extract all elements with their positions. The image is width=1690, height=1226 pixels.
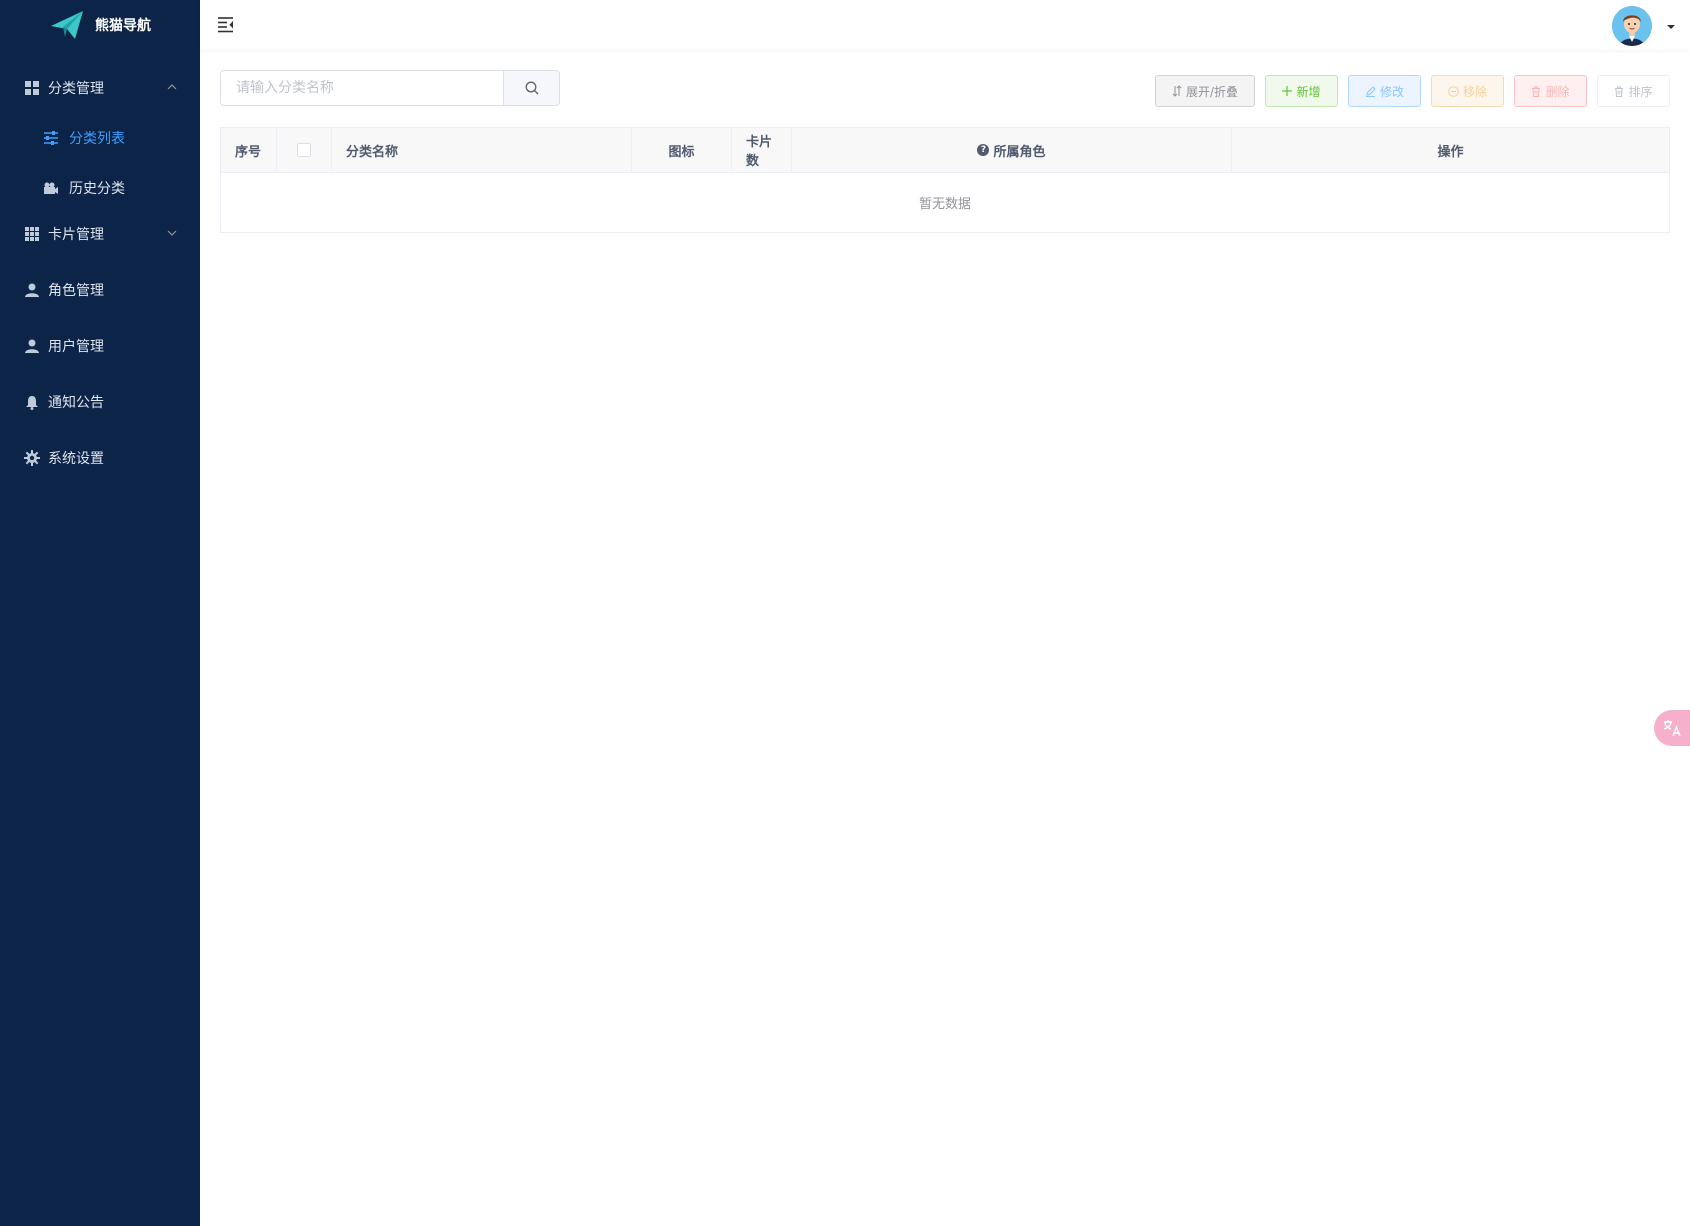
add-label: 新增	[1296, 84, 1321, 99]
column-category-name: 分类名称	[332, 128, 632, 172]
menu-label: 卡片管理	[48, 227, 104, 243]
logo[interactable]: 熊猫导航	[0, 0, 200, 50]
remove-button[interactable]: 移除	[1431, 75, 1504, 107]
delete-button[interactable]: 删除	[1514, 75, 1587, 107]
menu-system-settings[interactable]: 系统设置	[0, 438, 200, 478]
gear-icon	[24, 450, 40, 466]
edit-button[interactable]: 修改	[1348, 75, 1421, 107]
bell-icon	[24, 394, 40, 410]
search-icon	[525, 81, 538, 95]
question-circle-icon[interactable]: ?	[977, 144, 990, 156]
add-button[interactable]: 新增	[1265, 75, 1338, 107]
sidebar: 熊猫导航 分类管理 分类列表 历史分类 卡片管理 角色管理 用户管理 通知公告 …	[0, 0, 200, 1226]
sort-arrows-icon	[1172, 85, 1182, 97]
apps-icon	[24, 226, 40, 242]
caret-down-icon[interactable]	[1666, 24, 1676, 30]
remove-label: 移除	[1462, 84, 1487, 99]
minus-circle-icon	[1448, 85, 1459, 97]
translate-icon	[1663, 720, 1681, 737]
sidebar-item-category-list[interactable]: 分类列表	[0, 118, 200, 158]
trash-icon	[1532, 86, 1541, 97]
select-all-checkbox[interactable]	[297, 143, 311, 157]
sidebar-item-category-history[interactable]: 历史分类	[0, 168, 200, 208]
menu-role-management[interactable]: 角色管理	[0, 270, 200, 310]
user-icon	[24, 338, 40, 354]
sidebar-item-label: 分类列表	[69, 131, 125, 147]
user-icon	[24, 282, 40, 298]
column-card-count: 卡片数	[732, 128, 792, 172]
chevron-down-icon	[167, 230, 177, 236]
logo-text: 熊猫导航	[95, 18, 151, 34]
menu-label: 角色管理	[48, 283, 104, 299]
menu-category-management[interactable]: 分类管理	[0, 68, 200, 108]
avatar[interactable]	[1612, 6, 1652, 46]
menu-label: 系统设置	[48, 451, 104, 467]
chevron-up-icon	[167, 84, 177, 90]
menu-fold-icon[interactable]	[217, 16, 234, 33]
menu-label: 用户管理	[48, 339, 104, 355]
column-index: 序号	[221, 128, 277, 172]
table-header: 序号 分类名称 图标 卡片数 ? 所属角色 操作	[221, 128, 1669, 173]
sort-button[interactable]: 排序	[1597, 75, 1670, 107]
edit-label: 修改	[1379, 84, 1404, 99]
history-icon	[43, 180, 59, 196]
menu-label: 分类管理	[48, 81, 104, 97]
trash-icon	[1615, 86, 1624, 97]
menu-label: 通知公告	[48, 395, 104, 411]
search-bar	[220, 70, 560, 106]
column-role-label: 所属角色	[993, 144, 1046, 160]
sliders-icon	[43, 130, 59, 146]
menu-card-management[interactable]: 卡片管理	[0, 214, 200, 254]
translate-float-button[interactable]	[1654, 710, 1690, 746]
menu-user-management[interactable]: 用户管理	[0, 326, 200, 366]
paper-plane-icon	[51, 11, 83, 39]
search-button[interactable]	[503, 70, 560, 106]
empty-placeholder: 暂无数据	[918, 197, 971, 212]
top-navbar	[200, 0, 1690, 50]
expand-collapse-label: 展开/折叠	[1185, 84, 1239, 99]
sidebar-item-label: 历史分类	[69, 181, 125, 197]
column-icon: 图标	[632, 128, 732, 172]
menu-notice[interactable]: 通知公告	[0, 382, 200, 422]
edit-icon	[1365, 85, 1376, 97]
delete-label: 删除	[1545, 84, 1570, 99]
column-role: ? 所属角色	[792, 128, 1232, 172]
column-actions: 操作	[1437, 144, 1464, 160]
search-input[interactable]	[220, 70, 503, 106]
plus-icon	[1282, 86, 1293, 96]
sort-label: 排序	[1628, 84, 1653, 99]
category-table: 序号 分类名称 图标 卡片数 ? 所属角色 操作 暂无数据	[220, 127, 1670, 233]
column-select	[277, 128, 332, 172]
expand-collapse-button[interactable]: 展开/折叠	[1155, 75, 1255, 107]
grid-icon	[24, 80, 40, 96]
